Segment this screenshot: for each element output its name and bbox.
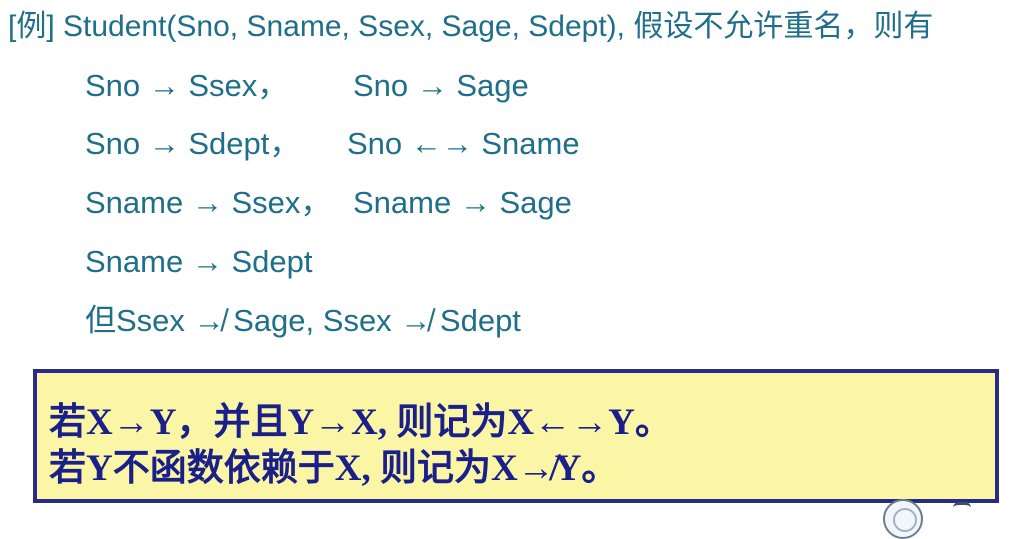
dependency-left: Sname → Sdept	[85, 244, 313, 279]
dependency-left: Sno → Sdept，	[85, 126, 301, 161]
slide: [例] Student(Sno, Sname, Ssex, Sage, Sdep…	[0, 0, 1011, 539]
dependency-row: Sno → Ssex， Sno → Sage	[85, 64, 529, 108]
dependency-right: Sname → Sage	[353, 185, 572, 220]
definition-box: 若X→Y，并且Y→X, 则记为X←→Y。 若Y不函数依赖于X, 则记为X↛Y。	[33, 369, 999, 503]
definition-line-mutual: 若X→Y，并且Y→X, 则记为X←→Y。	[49, 402, 672, 443]
dependency-row: Sname → Sdept	[85, 240, 312, 284]
definition-line-not-dependent: 若Y不函数依赖于X, 则记为X↛Y。	[49, 448, 619, 489]
dependency-row: Sno → Sdept， Sno ←→ Sname	[85, 122, 580, 166]
dependency-left: Sno → Ssex，	[85, 68, 289, 103]
example-intro: [例] Student(Sno, Sname, Ssex, Sage, Sdep…	[8, 10, 934, 43]
dependency-right: Sno ←→ Sname	[347, 126, 580, 161]
dependency-row: Sname → Ssex， Sname → Sage	[85, 181, 572, 225]
decorative-mark-icon	[953, 502, 971, 517]
dependency-exception: 但Ssex ↛ Sage, Ssex ↛ Sdept	[85, 303, 521, 338]
university-logo-icon	[883, 499, 923, 539]
dependency-right: Sno → Sage	[353, 68, 529, 103]
dependency-left: Sname → Ssex，	[85, 185, 332, 220]
dependency-row: 但Ssex ↛ Sage, Ssex ↛ Sdept	[85, 299, 521, 343]
